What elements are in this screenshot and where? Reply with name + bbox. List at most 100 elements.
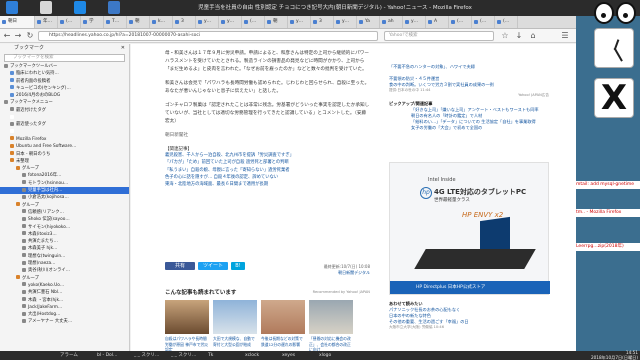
related-link[interactable]: 「パカが」「ため」前回ていた上司が自殺 過労死と部署との判断: [165, 159, 370, 166]
browser-tab[interactable]: T…: [104, 16, 127, 28]
menu-icon[interactable]: ☰: [560, 31, 570, 41]
bookmark-item[interactable]: ブックマークツールバー: [0, 63, 129, 70]
browser-tab[interactable]: k…: [150, 16, 173, 28]
hatena-share-button[interactable]: B!: [231, 262, 245, 270]
recommend-card[interactable]: 「昼間の対応に機会の改正」、会社の都合の改正に向け: [309, 300, 353, 351]
browser-tab[interactable]: 学: [81, 16, 104, 28]
bookmark-item[interactable]: グループ: [0, 202, 129, 209]
browser-tab[interactable]: (…: [472, 16, 495, 28]
bookmark-item[interactable]: 木森 ・宮本(hjk…: [0, 297, 129, 304]
taskbar-item[interactable]: bl - Dol…: [97, 352, 131, 359]
close-icon[interactable]: ✕: [121, 44, 125, 53]
source-name[interactable]: 朝日新聞デジタル: [324, 270, 370, 276]
back-icon[interactable]: ←: [2, 31, 12, 41]
browser-tab[interactable]: (…: [495, 16, 518, 28]
bookmark-item[interactable]: 最近付けたタグ: [0, 107, 129, 114]
taskbar-item[interactable]: xlogo: [319, 352, 353, 359]
bookmark-star-icon[interactable]: ☆: [500, 31, 510, 41]
hp-advertisement[interactable]: Intel Inside hp 4G LTE対応のタブレットPC 世界最軽量クラ…: [389, 162, 550, 295]
bookmark-item[interactable]: 日本 - 朝日のうち: [0, 151, 129, 158]
bookmark-item[interactable]: 児童手当は社内…: [0, 187, 129, 195]
recommend-card[interactable]: 自殺はパワハラや長時間労働が原因 神戸市で労災認定: [165, 300, 209, 351]
desktop-note[interactable]: Leerrpg…zip(2018年): [576, 243, 640, 251]
desktop-note[interactable]: tm.. - Mozilla Firefox: [576, 209, 640, 217]
browser-tab[interactable]: Ya: [357, 16, 380, 28]
bookmark-item[interactable]: [0, 114, 129, 121]
bookmark-item[interactable]: 木森(itoxiz3…: [0, 231, 129, 238]
bookmark-item[interactable]: グループ: [0, 275, 129, 282]
home-icon[interactable]: ⌂: [528, 31, 538, 41]
bookmark-item[interactable]: 理想な(twinguin…: [0, 253, 129, 260]
browser-tab[interactable]: 3: [173, 16, 196, 28]
browser-tab[interactable]: 3: [311, 16, 334, 28]
bookmark-item[interactable]: 共演たまたち…: [0, 238, 129, 245]
taskbar-item[interactable]: _ _ スクリ…: [171, 352, 205, 359]
downloads-icon[interactable]: ↓: [514, 31, 524, 41]
browser-tab[interactable]: y…: [219, 16, 242, 28]
related-link[interactable]: 「私うまい」自殺の娘、母親に言った「寄知らない」過労死業者: [165, 167, 370, 174]
bookmark-item[interactable]: グループ: [0, 165, 129, 172]
browser-tab[interactable]: 朝: [127, 16, 150, 28]
bookmark-item[interactable]: fotona2016年…: [0, 172, 129, 179]
recommend-card[interactable]: 今後は長期などの対策で鉄道12分の遅れの影響: [261, 300, 305, 351]
home-folder-icon[interactable]: [6, 1, 18, 14]
bookmark-item[interactable]: キュービコの(センキング)…: [0, 85, 129, 92]
browser-tab[interactable]: (…: [449, 16, 472, 28]
browser-tab[interactable]: y…: [334, 16, 357, 28]
browser-tab[interactable]: y…: [288, 16, 311, 28]
bookmark-item[interactable]: [0, 129, 129, 136]
clock[interactable]: 14:51 2018年10月7日(日曜日): [591, 350, 638, 360]
url-bar[interactable]: https://headlines.yahoo.co.jp/hl?a=20181…: [38, 31, 378, 41]
related-link[interactable]: 義児殺害、千人から一泊自殺、北九州市を提訴「労災調査ですぎ」: [165, 152, 370, 159]
text-editor-icon[interactable]: [108, 1, 120, 14]
related-link[interactable]: 東海・北陸地方の海域面、最長６日間まで適用が長期: [165, 181, 370, 188]
browser-tab[interactable]: 年…: [35, 16, 58, 28]
browser-tab[interactable]: A: [426, 16, 449, 28]
forward-icon[interactable]: →: [13, 31, 23, 41]
bookmark-item[interactable]: 奥谷(秋川(オンライ…: [0, 267, 129, 274]
browser-tab[interactable]: ah: [380, 16, 403, 28]
sidebar-search-input[interactable]: ブックマークを検索: [4, 54, 125, 62]
browser-tab[interactable]: (…: [242, 16, 265, 28]
bookmark-item[interactable]: Mozilla Firefox: [0, 136, 129, 143]
related-link[interactable]: 色子の心に話を隠すが… 自殺４年後の認定、諦めていない: [165, 174, 370, 181]
reload-icon[interactable]: ↻: [25, 31, 35, 41]
bookmark-item[interactable]: Jack(JakeFarm…: [0, 304, 129, 311]
file-manager-icon[interactable]: [74, 1, 86, 14]
browser-tab[interactable]: 朝日: [0, 16, 35, 28]
facebook-share-button[interactable]: 共有: [165, 262, 195, 270]
bookmark-item[interactable]: 臨床にわれとい気持…: [0, 70, 129, 77]
browser-tab[interactable]: y…: [403, 16, 426, 28]
bookmark-item[interactable]: 前者内面の投稿者: [0, 78, 129, 85]
bookmark-item[interactable]: アメーヤナー 大丈夫…: [0, 318, 129, 325]
bookmark-item[interactable]: 共演仁豊石 Nbl…: [0, 289, 129, 296]
bookmark-item[interactable]: Shoko 伝説(sayoo…: [0, 216, 129, 223]
bookmark-item[interactable]: 最近使ったタグ: [0, 121, 129, 128]
bookmark-item[interactable]: 2016/4月のおのBLOG: [0, 92, 129, 99]
taskbar-item[interactable]: _ _ スクリ…: [134, 352, 168, 359]
bookmark-item[interactable]: 小倉浩太(kojihosa…: [0, 194, 129, 201]
taskbar-item[interactable]: アラーム: [60, 352, 94, 359]
ranking-link[interactable]: 女子の労働の「大会」で初めて全国の: [389, 125, 549, 131]
bookmark-item[interactable]: 信頼感(リアンク…: [0, 209, 129, 216]
bookmark-item[interactable]: 理想(naeza…: [0, 260, 129, 267]
bookmark-item[interactable]: サイモン(hiyokoko…: [0, 224, 129, 231]
bookmark-item[interactable]: yoko(Kaeko.Uo…: [0, 282, 129, 289]
bookmark-item[interactable]: モトラン(hsinnou…: [0, 180, 129, 187]
browser-tab[interactable]: 朝: [265, 16, 288, 28]
twitter-share-button[interactable]: ツイート: [198, 262, 228, 270]
bookmark-item[interactable]: 未整理: [0, 158, 129, 165]
bookmark-item[interactable]: 大出(Hostdog…: [0, 311, 129, 318]
search-bar[interactable]: Yahoo!で検索: [384, 31, 494, 41]
taskbar-item[interactable]: xclock: [245, 352, 279, 359]
browser-tab[interactable]: y…: [196, 16, 219, 28]
browser-tab[interactable]: (…: [58, 16, 81, 28]
bookmark-item[interactable]: Ubuntu and Free Software…: [0, 143, 129, 150]
terminal-icon[interactable]: [40, 1, 52, 14]
desktop-note[interactable]: mtail: add mysql-gnetime: [576, 181, 640, 189]
taskbar-item[interactable]: Tk: [208, 352, 242, 359]
taskbar-item[interactable]: xeyes: [282, 352, 316, 359]
bookmark-item[interactable]: ブックマークメニュー: [0, 99, 129, 106]
recommend-card[interactable]: 大田で大規模な、自動で寄付と大型公園が結成: [213, 300, 257, 351]
bookmark-item[interactable]: 木森美子 hjk…: [0, 245, 129, 252]
